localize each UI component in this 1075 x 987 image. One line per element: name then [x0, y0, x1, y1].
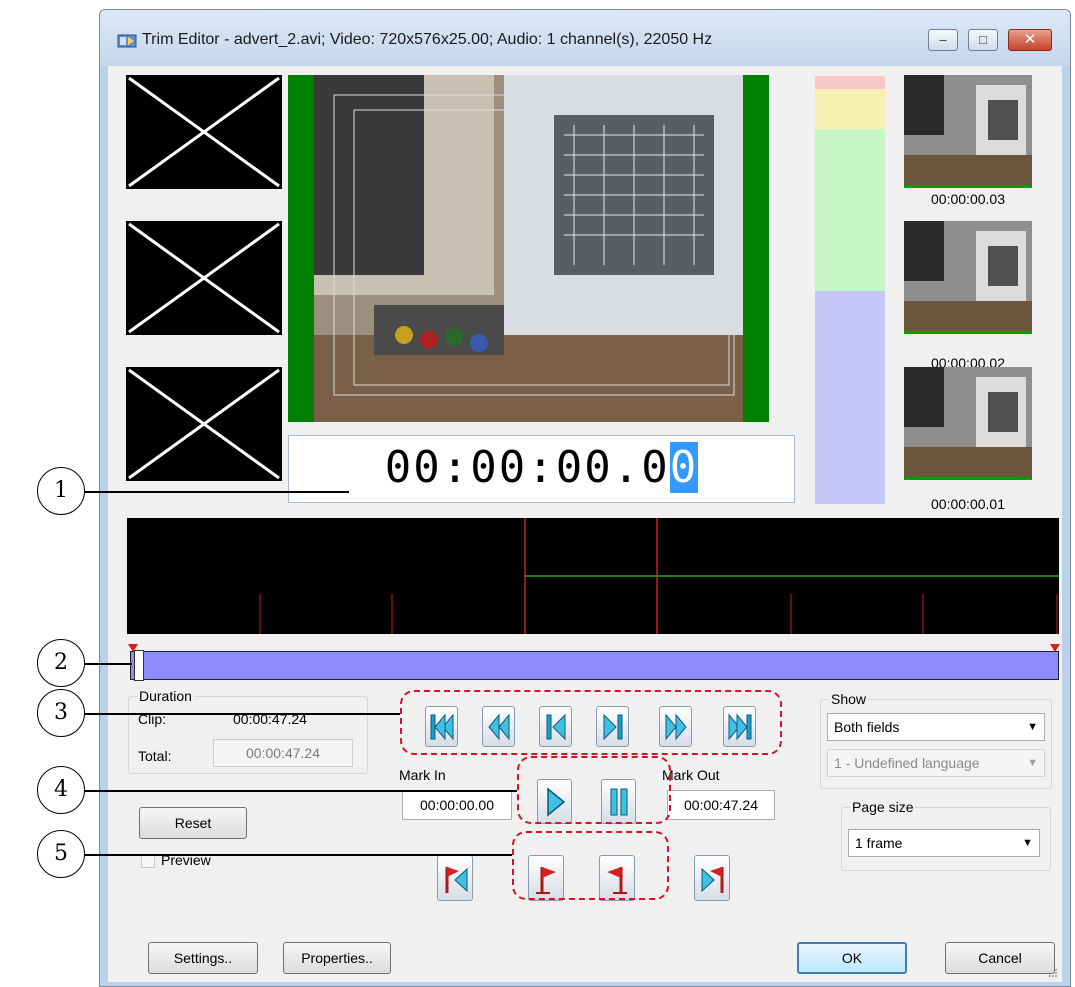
callout-marker: 5	[37, 830, 85, 878]
empty-frame-cross-icon	[128, 76, 280, 188]
current-timecode-field[interactable]: 00:00:00.00	[288, 435, 795, 503]
empty-frame-thumbnail	[126, 221, 282, 335]
show-fields-value: Both fields	[834, 719, 900, 735]
close-icon: ✕	[1023, 31, 1037, 48]
total-duration-field: 00:00:47.24	[213, 739, 353, 767]
callout-marker: 1	[37, 467, 85, 515]
level-segment-green	[815, 129, 885, 291]
title-bar[interactable]: Trim Editor - advert_2.avi; Video: 720x5…	[100, 10, 1070, 66]
frame-thumbnail-time: 00:00:00.01	[931, 496, 1005, 512]
video-frame-image	[314, 75, 743, 422]
frame-thumbnail[interactable]	[904, 75, 1032, 188]
callout-line	[84, 663, 132, 665]
page-size-value: 1 frame	[855, 835, 903, 851]
callout-marker: 4	[37, 766, 85, 814]
empty-frame-cross-icon	[128, 368, 280, 480]
frame-thumbnail[interactable]	[904, 367, 1032, 480]
callout-line	[84, 713, 400, 715]
total-label: Total:	[138, 748, 172, 764]
window-title: Trim Editor - advert_2.avi; Video: 720x5…	[142, 31, 713, 48]
preview-checkbox[interactable]	[141, 854, 155, 868]
settings-button[interactable]: Settings..	[148, 942, 258, 974]
timeline-track[interactable]	[127, 518, 1059, 634]
video-preview[interactable]	[288, 75, 769, 422]
duration-legend: Duration	[139, 688, 192, 704]
show-legend: Show	[831, 691, 867, 707]
go-to-mark-out-button[interactable]	[694, 855, 730, 901]
go-to-mark-in-icon	[445, 867, 468, 893]
chevron-down-icon: ▼	[1022, 837, 1033, 849]
go-to-mark-in-button[interactable]	[437, 855, 473, 901]
page-size-legend: Page size	[852, 799, 914, 815]
timecode-selected-digit: 0	[669, 442, 699, 493]
callout-marker: 2	[37, 639, 85, 687]
page-size-dropdown[interactable]: 1 frame ▼	[848, 829, 1040, 857]
properties-button[interactable]: Properties..	[283, 942, 391, 974]
empty-frame-cross-icon	[128, 222, 280, 334]
empty-frame-thumbnail	[126, 75, 282, 189]
trim-editor-app-icon	[117, 34, 137, 48]
mark-in-marker-icon	[128, 644, 138, 652]
language-dropdown: 1 - Undefined language ▼	[827, 749, 1045, 777]
maximize-icon: □	[979, 32, 987, 47]
callout-line	[84, 491, 349, 493]
callout-line	[84, 854, 512, 856]
language-value: 1 - Undefined language	[834, 755, 980, 771]
callout-line	[84, 790, 517, 792]
navigation-buttons-highlight	[400, 690, 782, 755]
maximize-button[interactable]: □	[968, 29, 998, 51]
frame-thumbnail[interactable]	[904, 221, 1032, 334]
ok-button[interactable]: OK	[797, 942, 907, 974]
chevron-down-icon: ▼	[1027, 757, 1038, 769]
cancel-button[interactable]: Cancel	[945, 942, 1055, 974]
empty-frame-thumbnail	[126, 367, 282, 481]
mark-buttons-highlight	[512, 831, 669, 900]
chevron-down-icon: ▼	[1027, 721, 1038, 733]
trim-range-bar[interactable]	[130, 651, 1059, 680]
field-level-bar	[815, 76, 885, 504]
mark-out-marker-icon	[1050, 644, 1060, 652]
range-start-handle[interactable]	[134, 650, 144, 681]
frame-thumbnail-time: 00:00:00.03	[931, 191, 1005, 207]
minimize-button[interactable]: –	[928, 29, 958, 51]
mark-in-label: Mark In	[399, 767, 446, 783]
close-button[interactable]: ✕	[1008, 29, 1052, 51]
show-fields-dropdown[interactable]: Both fields ▼	[827, 713, 1045, 741]
callout-marker: 3	[37, 689, 85, 737]
go-to-mark-out-icon	[701, 867, 724, 893]
level-segment-red	[815, 76, 885, 89]
minimize-icon: –	[939, 32, 947, 47]
timecode-text: 00:00:00.0	[384, 442, 670, 493]
resize-grip-icon[interactable]	[1048, 968, 1058, 978]
playback-buttons-highlight	[517, 756, 671, 824]
level-segment-yellow	[815, 89, 885, 129]
mark-in-field[interactable]: 00:00:00.00	[402, 790, 512, 820]
reset-button[interactable]: Reset	[139, 807, 247, 839]
mark-out-field[interactable]: 00:00:47.24	[667, 790, 775, 820]
